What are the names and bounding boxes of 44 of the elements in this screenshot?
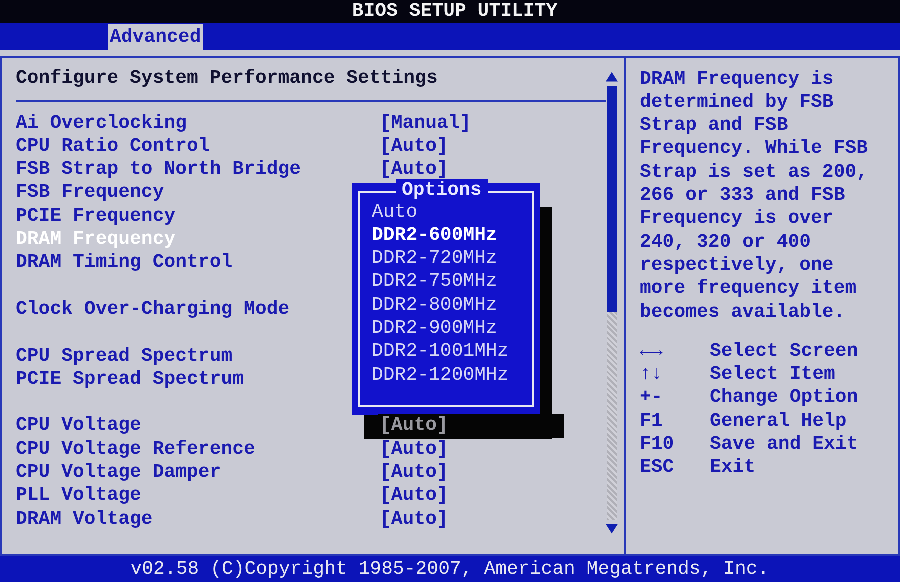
key-name: ←→ <box>640 340 664 364</box>
option-item[interactable]: DDR2-1200MHz <box>372 364 509 387</box>
option-item[interactable]: DDR2-800MHz <box>372 294 498 318</box>
option-item[interactable]: DDR2-750MHz <box>372 270 498 294</box>
setting-label[interactable]: CPU Ratio Control <box>16 134 378 158</box>
setting-value[interactable]: [Auto] <box>378 414 564 438</box>
option-item[interactable]: DDR2-1001MHz <box>372 340 509 364</box>
key-description: Select Item <box>710 363 836 386</box>
option-item[interactable]: DDR2-600MHz <box>372 224 498 248</box>
setting-value[interactable]: [Auto] <box>378 438 450 462</box>
section-heading: Configure System Performance Settings <box>16 66 439 90</box>
setting-label[interactable]: CPU Voltage Reference <box>16 438 378 462</box>
setting-value[interactable]: [Auto] <box>378 158 450 182</box>
option-item[interactable]: Auto <box>372 200 418 224</box>
setting-label[interactable]: Ai Overclocking <box>16 112 378 135</box>
key-name: F1 <box>640 410 664 434</box>
key-description: Exit <box>710 456 756 480</box>
key-name: ESC <box>640 456 676 480</box>
key-description: Select Screen <box>710 340 858 364</box>
setting-value[interactable]: [Auto] <box>378 484 450 508</box>
setting-label[interactable]: PLL Voltage <box>16 484 378 508</box>
help-text: DRAM Frequency is determined by FSB Strap and FSB Frequency. While FSB Strap is set as 200, 266 or 333 and FSB Frequency is over 240, 320 or 400 respectively, one more frequency item becomes available. <box>640 68 870 324</box>
key-description: Change Option <box>710 386 858 410</box>
menu-tab[interactable]: Advanced <box>108 24 204 50</box>
setting-label[interactable]: DRAM Voltage <box>16 508 378 531</box>
key-name: +- <box>640 386 664 410</box>
key-name: F10 <box>640 433 676 456</box>
window-title: BIOS SETUP UTILITY <box>352 0 558 22</box>
key-description: General Help <box>710 410 847 434</box>
setting-label[interactable]: CPU Voltage Damper <box>16 461 378 484</box>
option-item[interactable]: DDR2-900MHz <box>372 317 498 340</box>
setting-label[interactable]: FSB Strap to North Bridge <box>16 158 378 182</box>
setting-value[interactable]: [Auto] <box>378 461 450 484</box>
option-item[interactable]: DDR2-720MHz <box>372 247 498 270</box>
key-description: Save and Exit <box>710 433 858 456</box>
scroll-down-icon[interactable] <box>606 524 618 534</box>
setting-label[interactable]: CPU Voltage <box>16 414 378 438</box>
setting-value[interactable]: [Auto] <box>378 134 450 158</box>
scroll-up-icon[interactable] <box>606 72 618 82</box>
setting-value[interactable]: [Manual] <box>378 112 474 135</box>
setting-value[interactable]: [Auto] <box>378 508 450 531</box>
popup-title: Options <box>396 178 488 201</box>
copyright-text: v02.58 (C)Copyright 1985-2007, American Megatrends, Inc. <box>130 558 770 580</box>
key-name: ↑↓ <box>640 363 664 386</box>
